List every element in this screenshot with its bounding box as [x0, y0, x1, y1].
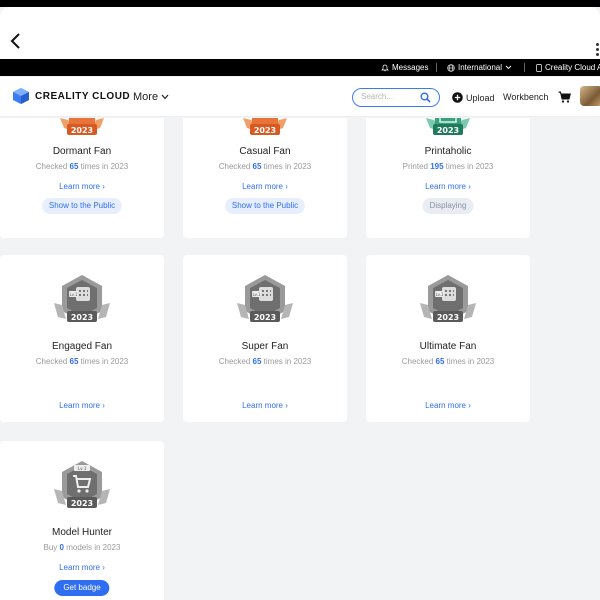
badge-stat: Checked 65 times in 2023 — [35, 357, 129, 366]
plus-circle-icon — [452, 92, 463, 103]
learn-more-link[interactable]: Learn more › — [0, 563, 164, 572]
badge-gray-icon: Lv.1 2023 — [54, 275, 110, 322]
badge-card-casual-fan: 2023 Casual Fan Checked 65 times in 2023… — [183, 118, 347, 238]
more-options-icon[interactable] — [596, 43, 600, 59]
learn-more-link[interactable]: Learn more › — [183, 182, 347, 191]
badge-level: Lv.1 — [77, 466, 86, 472]
badge-year: 2023 — [437, 126, 459, 135]
badge-title: Model Hunter — [51, 527, 113, 538]
upload-label: Upload — [466, 92, 495, 103]
utility-bar: Messages International Creality Cloud Ap… — [0, 59, 600, 76]
device-top-strip — [0, 0, 600, 7]
badge-stat: Checked 65 times in 2023 — [218, 162, 312, 171]
badge-grid: 2023 Dormant Fan Checked 65 times in 202… — [0, 118, 600, 600]
search-icon[interactable] — [420, 92, 431, 103]
badge-orange-icon: 2023 — [243, 118, 287, 135]
messages-label: Messages — [392, 63, 429, 72]
badge-stat: Printed 195 times in 2023 — [402, 162, 494, 171]
badge-year: 2023 — [254, 313, 276, 322]
globe-icon — [447, 63, 455, 72]
badge-year: 2023 — [71, 126, 93, 135]
badge-card-model-hunter: Lv.1 2023 Model Hunter Buy 0 models in 2… — [0, 441, 164, 600]
more-menu[interactable]: More — [133, 91, 169, 103]
search-input[interactable] — [361, 92, 416, 101]
badge-card-printaholic: 2023 Printaholic Printed 195 times in 20… — [366, 118, 530, 238]
badge-card-dormant-fan: 2023 Dormant Fan Checked 65 times in 202… — [0, 118, 164, 238]
logo-text: CREALITY CLOUD — [35, 90, 131, 102]
badge-stat: Checked 65 times in 2023 — [218, 357, 312, 366]
badge-title: Casual Fan — [239, 146, 291, 157]
show-to-public-button[interactable]: Show to the Public — [41, 198, 123, 214]
badge-level: Lv.1 — [435, 292, 444, 297]
badge-title: Dormant Fan — [52, 146, 112, 157]
badge-card-super-fan: Lv.1 2023 Super Fan Checked 65 times in … — [183, 255, 347, 422]
messages-link[interactable]: Messages — [381, 63, 428, 72]
divider — [436, 63, 437, 72]
cart-icon[interactable] — [558, 91, 571, 103]
badge-card-ultimate-fan: Lv.1 2023 Ultimate Fan Checked 65 times … — [366, 255, 530, 422]
badge-stat: Buy 0 models in 2023 — [43, 543, 121, 552]
upload-button[interactable]: Upload — [452, 92, 495, 103]
badge-gray-icon: Lv.1 2023 — [420, 275, 476, 322]
badge-title: Ultimate Fan — [419, 341, 477, 352]
badge-year: 2023 — [71, 499, 93, 508]
badge-title: Engaged Fan — [51, 341, 113, 352]
chevron-down-icon — [505, 65, 512, 70]
get-badge-button[interactable]: Get badge — [54, 580, 110, 596]
badge-year: 2023 — [254, 126, 276, 135]
show-to-public-button[interactable]: Show to the Public — [224, 198, 306, 214]
chevron-down-icon — [161, 94, 169, 100]
displaying-status: Displaying — [422, 198, 474, 214]
learn-more-link[interactable]: Learn more › — [183, 401, 347, 410]
badge-green-icon: 2023 — [426, 118, 470, 135]
app-download-link[interactable]: Creality Cloud App — [536, 63, 600, 72]
bell-icon — [381, 64, 389, 71]
learn-more-link[interactable]: Learn more › — [366, 401, 530, 410]
badge-title: Super Fan — [241, 341, 289, 352]
main-navbar: CREALITY CLOUD More Upload Workbench — [0, 77, 600, 117]
badge-gray-icon: Lv.1 2023 — [237, 275, 293, 322]
badge-stat: Checked 65 times in 2023 — [401, 357, 495, 366]
search-box — [352, 88, 440, 107]
learn-more-link[interactable]: Learn more › — [0, 401, 164, 410]
cube-logo-icon — [13, 88, 29, 104]
app-label: Creality Cloud App — [545, 63, 600, 72]
badge-title: Printaholic — [424, 146, 472, 157]
badge-gray-cart-icon: Lv.1 2023 — [54, 461, 110, 508]
creality-logo[interactable]: CREALITY CLOUD — [11, 87, 130, 105]
badge-orange-icon: 2023 — [60, 118, 104, 135]
badge-card-engaged-fan: Lv.1 2023 Engaged Fan Checked 65 times i… — [0, 255, 164, 422]
learn-more-link[interactable]: Learn more › — [366, 182, 530, 191]
badge-level: Lv.1 — [69, 292, 78, 297]
back-icon[interactable] — [8, 31, 24, 51]
region-label: International — [458, 63, 503, 72]
more-label: More — [133, 91, 159, 103]
badge-level: Lv.1 — [252, 292, 261, 297]
learn-more-link[interactable]: Learn more › — [0, 182, 164, 191]
workbench-link[interactable]: Workbench — [503, 92, 548, 102]
browser-bar — [0, 7, 600, 59]
badge-year: 2023 — [71, 313, 93, 322]
phone-icon — [536, 63, 542, 72]
divider — [524, 63, 525, 72]
avatar[interactable] — [580, 86, 600, 106]
region-select[interactable]: International — [447, 63, 512, 72]
badge-year: 2023 — [437, 313, 459, 322]
badge-stat: Checked 65 times in 2023 — [35, 162, 129, 171]
